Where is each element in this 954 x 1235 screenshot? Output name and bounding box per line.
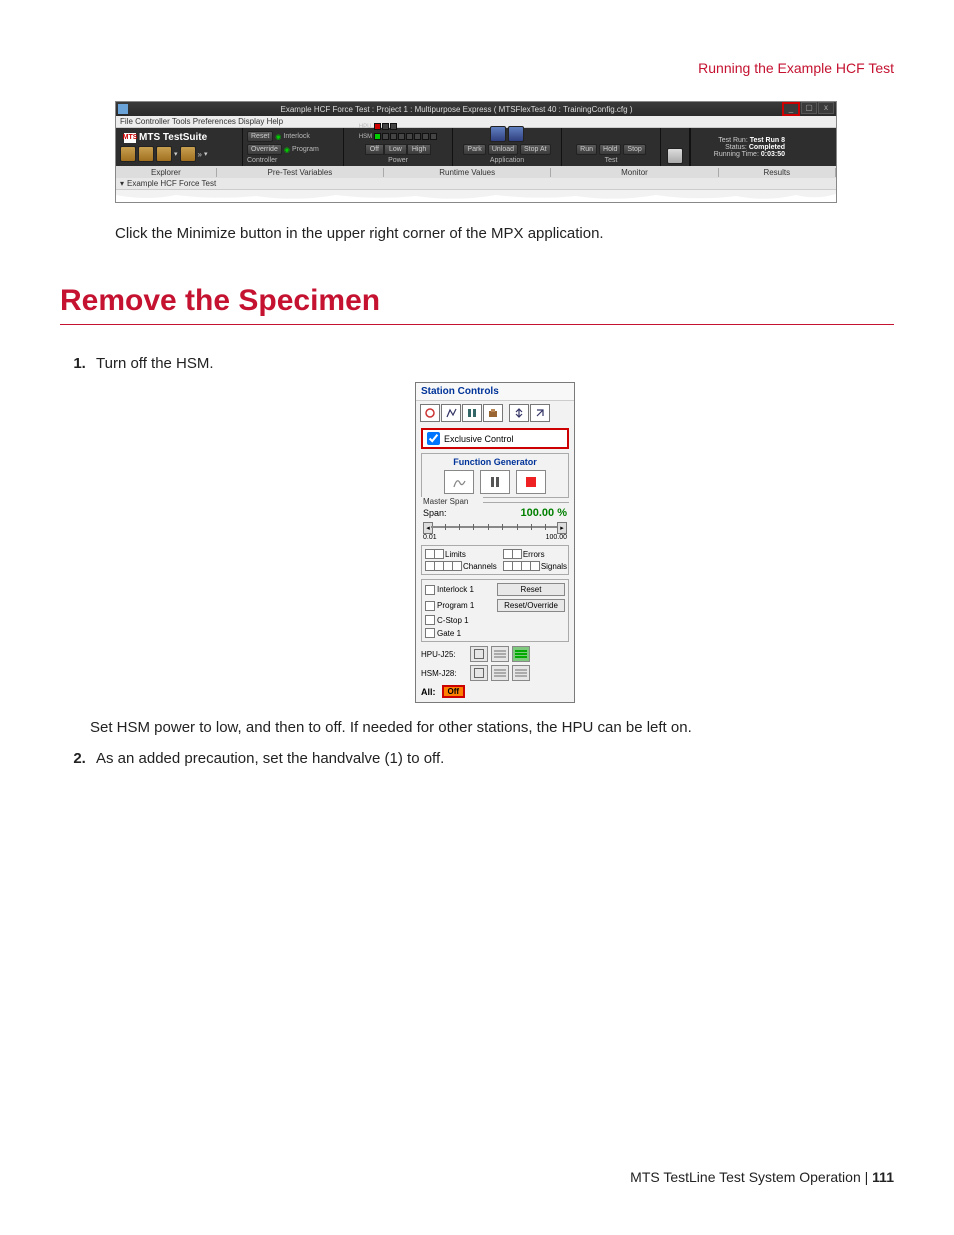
all-row: All: Off	[421, 685, 569, 698]
span-label: Span:	[423, 508, 447, 518]
window-title: Example HCF Force Test : Project 1 : Mul…	[132, 105, 781, 114]
power-off-button[interactable]: Off	[365, 144, 384, 155]
tabs: Explorer Pre-Test Variables Runtime Valu…	[116, 166, 836, 178]
step-1: Turn off the HSM. Station Controls Exclu…	[90, 355, 894, 736]
status-panel: Test Run: Test Run 8 Status: Completed R…	[690, 128, 789, 166]
tool-icon[interactable]	[156, 146, 172, 162]
tool-icon[interactable]	[180, 146, 196, 162]
page-footer: MTS TestLine Test System Operation | 111	[630, 1169, 894, 1185]
minimize-button[interactable]: _	[782, 102, 800, 116]
tab-monitor[interactable]: Monitor	[551, 168, 718, 177]
limits-check[interactable]: Limits	[425, 549, 497, 559]
span-slider[interactable]: ◂ ▸	[423, 522, 567, 532]
master-span-label: Master Span	[421, 497, 483, 506]
close-button[interactable]: x	[818, 102, 834, 114]
cstop1[interactable]: C-Stop 1	[425, 615, 493, 625]
sc-icon[interactable]	[483, 404, 503, 422]
gate1[interactable]: Gate 1	[425, 628, 493, 638]
stop-button[interactable]: Stop	[623, 144, 645, 155]
intro-paragraph: Click the Minimize button in the upper r…	[115, 223, 894, 244]
menubar[interactable]: File Controller Tools Preferences Displa…	[116, 116, 836, 128]
hsm-low-button[interactable]	[491, 665, 509, 681]
fg-stop-button[interactable]	[516, 470, 546, 494]
interlock-label: Interlock	[283, 133, 309, 140]
stopat-button[interactable]: Stop At	[520, 144, 551, 155]
app-icon	[118, 104, 128, 114]
hsm-off-button[interactable]	[470, 665, 488, 681]
tool-icon[interactable]	[120, 146, 136, 162]
step1-followup: Set HSM power to low, and then to off. I…	[90, 719, 894, 736]
running-header: Running the Example HCF Test	[60, 60, 894, 76]
power-low-button[interactable]: Low	[384, 144, 407, 155]
section-heading: Remove the Specimen	[60, 284, 894, 325]
span-value: 100.00 %	[521, 507, 567, 519]
sc-icon[interactable]	[462, 404, 482, 422]
power-high-button[interactable]: High	[407, 144, 431, 155]
slider-right-icon[interactable]: ▸	[557, 522, 567, 534]
park-button[interactable]: Park	[463, 144, 485, 155]
sc-icon[interactable]	[420, 404, 440, 422]
errors-check[interactable]: Errors	[503, 549, 567, 559]
override-button[interactable]: Override	[247, 144, 282, 155]
slider-left-icon[interactable]: ◂	[423, 522, 433, 534]
all-off-button[interactable]: Off	[442, 685, 466, 698]
tab-explorer[interactable]: Explorer	[116, 168, 217, 177]
toolbar: MTS MTS TestSuite ▾ » ▾ Reset ◉Interlock…	[116, 128, 836, 166]
hpu-low-button[interactable]	[491, 646, 509, 662]
channels-check[interactable]: Channels	[425, 561, 497, 571]
fg-title: Function Generator	[425, 457, 565, 467]
range-lo: 0.01	[423, 534, 437, 541]
tab-pretest[interactable]: Pre-Test Variables	[217, 168, 384, 177]
hsm-row: HSM-J28:	[421, 665, 569, 681]
reset-button[interactable]: Reset	[247, 131, 273, 142]
park-icon[interactable]	[490, 126, 506, 142]
range-hi: 100.00	[546, 534, 567, 541]
unload-button[interactable]: Unload	[488, 144, 518, 155]
mpx-window: Example HCF Force Test : Project 1 : Mul…	[115, 101, 837, 203]
hold-button[interactable]: Hold	[599, 144, 621, 155]
expand-icon[interactable]: ▾	[120, 179, 124, 188]
sc-icon[interactable]	[509, 404, 529, 422]
logo-icon: MTS	[124, 133, 136, 143]
power-label: Power	[388, 157, 408, 164]
tool-icon[interactable]	[138, 146, 154, 162]
exclusive-checkbox[interactable]	[427, 432, 440, 445]
sc-icon[interactable]	[441, 404, 461, 422]
note-icon[interactable]	[667, 148, 683, 164]
sc-icon[interactable]	[530, 404, 550, 422]
fg-run-button[interactable]	[444, 470, 474, 494]
reset-override-button[interactable]: Reset/Override	[497, 599, 565, 612]
hpu-row: HPU-J25:	[421, 646, 569, 662]
signals-check[interactable]: Signals	[503, 561, 567, 571]
test-label: Test	[605, 157, 618, 164]
hpu-high-button[interactable]	[512, 646, 530, 662]
program1[interactable]: Program 1	[425, 599, 493, 612]
station-controls: Station Controls Exclusive Control Funct…	[415, 382, 575, 703]
logo: MTS MTS TestSuite	[120, 131, 211, 144]
fg-pause-button[interactable]	[480, 470, 510, 494]
unload-icon[interactable]	[508, 126, 524, 142]
application-label: Application	[490, 157, 524, 164]
station-title: Station Controls	[416, 383, 574, 401]
torn-edge	[116, 189, 836, 202]
hsm-high-button[interactable]	[512, 665, 530, 681]
hpu-off-button[interactable]	[470, 646, 488, 662]
reset-button[interactable]: Reset	[497, 583, 565, 596]
interlock1[interactable]: Interlock 1	[425, 583, 493, 596]
program-label: Program	[292, 146, 319, 153]
tree-item[interactable]: Example HCF Force Test	[127, 179, 216, 188]
exclusive-control[interactable]: Exclusive Control	[421, 428, 569, 449]
tab-results[interactable]: Results	[719, 168, 836, 177]
controller-label: Controller	[247, 157, 277, 164]
mpx-titlebar: Example HCF Force Test : Project 1 : Mul…	[116, 102, 836, 116]
maximize-button[interactable]: ▢	[801, 102, 817, 114]
page: Running the Example HCF Test Example HCF…	[0, 0, 954, 1235]
run-button[interactable]: Run	[576, 144, 597, 155]
step-2: As an added precaution, set the handvalv…	[90, 750, 894, 767]
tab-runtime[interactable]: Runtime Values	[384, 168, 551, 177]
window-controls: _ ▢ x	[781, 102, 834, 116]
